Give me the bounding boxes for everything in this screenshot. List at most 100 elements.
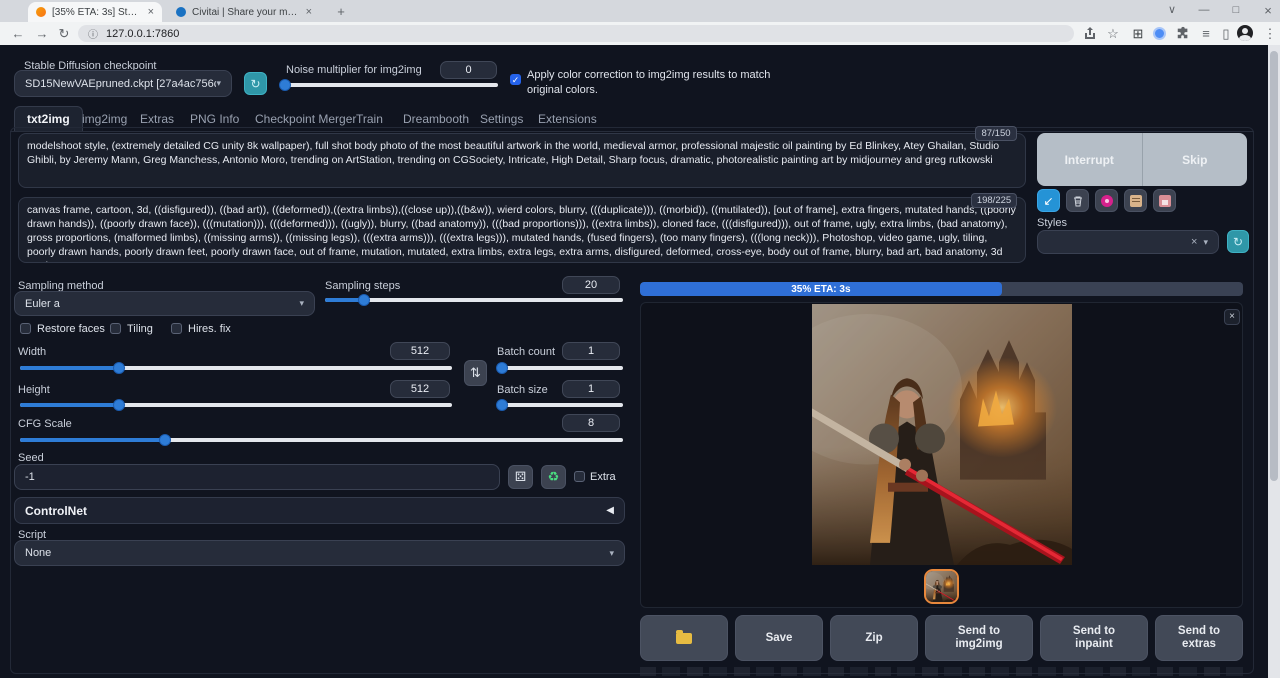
color-correction-checkbox[interactable]: ✓ <box>510 74 521 85</box>
send-to-img2img-button[interactable]: Send to img2img <box>925 615 1033 661</box>
extra-seed-checkbox[interactable] <box>574 471 585 482</box>
apply-style-button[interactable] <box>1124 189 1147 212</box>
url-text: 127.0.0.1:7860 <box>106 28 179 40</box>
clear-icon[interactable]: × <box>1191 236 1197 248</box>
refresh-icon: ↻ <box>1233 235 1243 249</box>
batch-count-slider[interactable] <box>497 362 623 374</box>
window-maximize-icon[interactable]: □ <box>1220 0 1252 22</box>
noise-multiplier-value[interactable]: 0 <box>440 61 497 79</box>
extension-blue-dot-icon[interactable] <box>1153 27 1166 40</box>
browser-tab-title: Civitai | Share your models <box>192 7 298 18</box>
negative-prompt-textarea[interactable]: canvas frame, cartoon, 3d, ((disfigured)… <box>18 197 1026 263</box>
extension-grid-icon[interactable]: ⊞ <box>1128 24 1148 43</box>
tiling-checkbox[interactable] <box>110 323 121 334</box>
site-info-icon[interactable]: ⓘ <box>88 26 98 41</box>
page-scrollbar[interactable] <box>1268 45 1280 678</box>
noise-multiplier-slider[interactable] <box>281 79 498 91</box>
browser-tab-stable-diffusion[interactable]: [35% ETA: 3s] Stable Diffusion × <box>28 2 162 22</box>
extensions-puzzle-icon[interactable] <box>1176 26 1190 40</box>
refresh-styles-button[interactable]: ↻ <box>1227 230 1249 253</box>
hires-fix-checkbox[interactable] <box>171 323 182 334</box>
scrollbar-thumb[interactable] <box>1270 51 1278 481</box>
new-tab-button[interactable]: + <box>332 3 350 21</box>
slider-handle[interactable] <box>159 434 171 446</box>
cfg-scale-label: CFG Scale <box>18 418 72 430</box>
progress-label: 35% ETA: 3s <box>640 282 1002 296</box>
paste-generation-params-button[interactable]: ↙ <box>1037 189 1060 212</box>
window-minimize-icon[interactable]: — <box>1188 0 1220 22</box>
open-folder-button[interactable] <box>640 615 728 661</box>
send-to-inpaint-button[interactable]: Send to inpaint <box>1040 615 1148 661</box>
height-slider[interactable] <box>20 399 452 411</box>
browser-menu-icon[interactable]: ⋮ <box>1260 24 1280 43</box>
paste-arrow-icon: ↙ <box>1043 194 1053 208</box>
chevron-down-icon: ▾ <box>299 298 304 309</box>
width-value[interactable]: 512 <box>390 342 450 360</box>
reuse-seed-button[interactable]: ♻ <box>541 465 566 489</box>
cfg-scale-slider[interactable] <box>20 434 623 446</box>
tab-close-icon[interactable]: × <box>148 6 154 18</box>
tab-close-icon[interactable]: × <box>306 6 312 18</box>
slider-handle[interactable] <box>496 362 508 374</box>
script-dropdown[interactable]: None▾ <box>14 540 625 566</box>
checkpoint-dropdown[interactable]: SD15NewVAEpruned.ckpt [27a4ac756c] ▾ <box>14 70 232 97</box>
window-restore-caret-icon[interactable]: ∨ <box>1156 0 1188 22</box>
batch-size-slider[interactable] <box>497 399 623 411</box>
zip-button[interactable]: Zip <box>830 615 918 661</box>
side-panel-icon[interactable]: ▯ <box>1216 24 1236 43</box>
share-icon[interactable] <box>1083 26 1097 40</box>
gallery-close-icon[interactable]: × <box>1224 309 1240 325</box>
reload-icon[interactable]: ↻ <box>54 24 74 43</box>
restore-faces-checkbox[interactable] <box>20 323 31 334</box>
save-style-button[interactable] <box>1153 189 1176 212</box>
batch-count-value[interactable]: 1 <box>562 342 620 360</box>
random-seed-button[interactable]: ⚄ <box>508 465 533 489</box>
browser-toolbar: ← → ↻ ⓘ 127.0.0.1:7860 ☆ ⊞ ≡ ▯ ⋮ <box>0 22 1280 45</box>
sampling-steps-value[interactable]: 20 <box>562 276 620 294</box>
save-button[interactable]: Save <box>735 615 823 661</box>
restore-faces-label: Restore faces <box>37 323 105 335</box>
chevron-down-icon: ▾ <box>609 548 614 559</box>
slider-handle[interactable] <box>279 79 291 91</box>
skip-button[interactable]: Skip <box>1143 133 1248 186</box>
seed-input[interactable]: -1 <box>14 464 500 490</box>
extra-networks-button[interactable] <box>1095 189 1118 212</box>
batch-size-value[interactable]: 1 <box>562 380 620 398</box>
address-bar[interactable]: ⓘ 127.0.0.1:7860 <box>78 25 1074 42</box>
width-slider[interactable] <box>20 362 452 374</box>
forward-icon[interactable]: → <box>32 24 52 43</box>
sampling-method-dropdown[interactable]: Euler a▾ <box>14 291 315 316</box>
gallery-thumbnail[interactable] <box>924 569 959 604</box>
prompt-textarea[interactable]: modelshoot style, (extremely detailed CG… <box>18 133 1026 188</box>
swap-icon: ⇅ <box>470 365 481 381</box>
cfg-scale-value[interactable]: 8 <box>562 414 620 432</box>
slider-handle[interactable] <box>113 399 125 411</box>
controlnet-accordion[interactable]: ControlNet ◀ <box>14 497 625 524</box>
sampling-steps-slider[interactable] <box>325 294 623 306</box>
slider-handle[interactable] <box>358 294 370 306</box>
stable-diffusion-webui: Stable Diffusion checkpoint SD15NewVAEpr… <box>0 45 1268 678</box>
sampling-steps-label: Sampling steps <box>325 280 400 292</box>
swap-dimensions-button[interactable]: ⇅ <box>464 360 487 386</box>
interrupt-button[interactable]: Interrupt <box>1037 133 1142 186</box>
extra-networks-icon <box>1101 195 1113 207</box>
slider-handle[interactable] <box>113 362 125 374</box>
batch-count-label: Batch count <box>497 346 555 358</box>
profile-avatar[interactable] <box>1237 25 1253 41</box>
progress-fill: 35% ETA: 3s <box>640 282 1002 296</box>
refresh-checkpoints-button[interactable]: ↻ <box>244 72 267 95</box>
dice-icon: ⚄ <box>515 469 526 485</box>
generated-image[interactable] <box>812 304 1072 565</box>
back-icon[interactable]: ← <box>8 24 28 43</box>
folder-icon <box>676 633 692 644</box>
prompt-token-counter: 87/150 <box>975 126 1017 141</box>
clear-prompt-button[interactable] <box>1066 189 1089 212</box>
bookmark-star-icon[interactable]: ☆ <box>1103 24 1123 43</box>
window-close-icon[interactable]: × <box>1252 0 1280 22</box>
reading-list-icon[interactable]: ≡ <box>1196 24 1216 43</box>
height-value[interactable]: 512 <box>390 380 450 398</box>
slider-handle[interactable] <box>496 399 508 411</box>
browser-tab-civitai[interactable]: Civitai | Share your models × <box>168 2 320 22</box>
send-to-extras-button[interactable]: Send to extras <box>1155 615 1243 661</box>
styles-dropdown[interactable]: × ▾ <box>1037 230 1219 254</box>
